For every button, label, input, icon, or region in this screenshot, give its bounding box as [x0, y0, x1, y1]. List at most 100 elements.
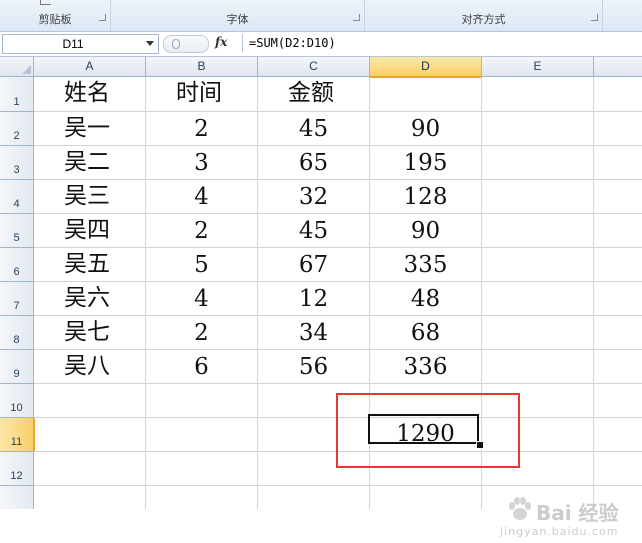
- cell-b5[interactable]: 2: [146, 220, 257, 243]
- cell-c5[interactable]: 45: [258, 220, 369, 243]
- cell-b4[interactable]: 4: [146, 186, 257, 209]
- column-header-c[interactable]: C: [258, 57, 370, 77]
- name-box-value: D11: [62, 37, 84, 51]
- cell-a7[interactable]: 吴六: [64, 287, 110, 310]
- cell-c9[interactable]: 56: [258, 356, 369, 379]
- row-header-7[interactable]: 7: [0, 282, 34, 316]
- row-number: 4: [13, 198, 20, 210]
- ribbon-group-clipboard: 剪贴板: [0, 0, 111, 31]
- cell-a1[interactable]: 姓名: [64, 82, 110, 105]
- insert-function-icon[interactable]: fx: [215, 35, 237, 51]
- row-header-5[interactable]: 5: [0, 214, 34, 248]
- formula-input[interactable]: =SUM(D2:D10): [242, 34, 640, 52]
- row-number: 9: [13, 368, 20, 380]
- gridline: [34, 315, 642, 316]
- row-number: 2: [13, 130, 20, 142]
- ribbon-group-font: 字体: [111, 0, 365, 31]
- gridline: [34, 247, 642, 248]
- name-box-dropdown-icon[interactable]: [146, 41, 154, 46]
- cell-c2[interactable]: 45: [258, 118, 369, 141]
- row-number: 6: [13, 266, 20, 278]
- gridline: [34, 349, 642, 350]
- cell-c3[interactable]: 65: [258, 152, 369, 175]
- row-header-13[interactable]: [0, 486, 34, 509]
- cell-d7[interactable]: 48: [370, 288, 481, 311]
- row-header-4[interactable]: 4: [0, 180, 34, 214]
- ribbon-group-label-alignment: 对齐方式: [461, 13, 506, 26]
- cell-b6[interactable]: 5: [146, 254, 257, 277]
- cell-d8[interactable]: 68: [370, 322, 481, 345]
- gridline: [34, 213, 642, 214]
- cell-a9[interactable]: 吴八: [64, 355, 110, 378]
- cell-a2[interactable]: 吴一: [64, 117, 110, 140]
- formula-text: =SUM(D2:D10): [249, 36, 336, 50]
- worksheet-grid[interactable]: A B C D E 1 2 3 4 5 6 7 8 9 10 11 12 姓名 …: [0, 57, 642, 538]
- cell-a5[interactable]: 吴四: [64, 219, 110, 242]
- grip-dot-icon: [172, 39, 180, 49]
- clipboard-dialog-launcher-icon[interactable]: [99, 14, 106, 21]
- cell-c6[interactable]: 67: [258, 254, 369, 277]
- name-box[interactable]: D11: [2, 34, 159, 54]
- cell-d4[interactable]: 128: [370, 186, 481, 209]
- column-header-b[interactable]: B: [146, 57, 258, 77]
- paw-logo-icon: [509, 497, 531, 520]
- watermark-text: Bai 经验: [536, 501, 619, 525]
- select-all-corner[interactable]: [0, 57, 34, 77]
- row-header-1[interactable]: 1: [0, 77, 34, 112]
- gridline: [34, 281, 642, 282]
- cell-b3[interactable]: 3: [146, 152, 257, 175]
- gridline: [34, 145, 642, 146]
- cell-b2[interactable]: 2: [146, 118, 257, 141]
- column-header-f[interactable]: [594, 57, 642, 77]
- row-header-3[interactable]: 3: [0, 146, 34, 180]
- column-header-a[interactable]: A: [34, 57, 146, 77]
- formula-bar-resize-handle[interactable]: [163, 35, 209, 53]
- row-number: 7: [13, 300, 20, 312]
- row-number: 10: [10, 402, 23, 414]
- cell-c8[interactable]: 34: [258, 322, 369, 345]
- row-number: 8: [13, 334, 20, 346]
- gridline: [34, 179, 642, 180]
- watermark: Bai 经验 jingyan.baidu.com: [500, 495, 640, 543]
- cell-a6[interactable]: 吴五: [64, 253, 110, 276]
- cell-c4[interactable]: 32: [258, 186, 369, 209]
- cell-b1[interactable]: 时间: [176, 82, 222, 105]
- row-number: 11: [10, 436, 23, 448]
- row-header-2[interactable]: 2: [0, 112, 34, 146]
- row-header-11[interactable]: 11: [0, 418, 35, 452]
- alignment-dialog-launcher-icon[interactable]: [591, 14, 598, 21]
- row-number: 3: [13, 164, 20, 176]
- row-header-8[interactable]: 8: [0, 316, 34, 350]
- cell-c7[interactable]: 12: [258, 288, 369, 311]
- cell-d2[interactable]: 90: [370, 118, 481, 141]
- cell-d6[interactable]: 335: [370, 254, 481, 277]
- row-header-6[interactable]: 6: [0, 248, 34, 282]
- row-header-9[interactable]: 9: [0, 350, 34, 384]
- ribbon-group-labels: 剪贴板 字体 对齐方式: [0, 0, 642, 32]
- cell-d5[interactable]: 90: [370, 220, 481, 243]
- cell-a8[interactable]: 吴七: [64, 321, 110, 344]
- cell-a3[interactable]: 吴二: [64, 151, 110, 174]
- row-header-10[interactable]: 10: [0, 384, 34, 418]
- row-number: 1: [13, 96, 20, 108]
- row-number: 12: [10, 470, 23, 482]
- formula-bar: D11 fx =SUM(D2:D10): [0, 32, 642, 57]
- gridline: [593, 77, 594, 509]
- cell-b9[interactable]: 6: [146, 356, 257, 379]
- ribbon-group-label-font: 字体: [226, 13, 249, 26]
- row-number: 5: [13, 232, 20, 244]
- cell-d9[interactable]: 336: [370, 356, 481, 379]
- gridline: [34, 111, 642, 112]
- gridline: [34, 383, 642, 384]
- cell-d3[interactable]: 195: [370, 152, 481, 175]
- column-header-e[interactable]: E: [482, 57, 594, 77]
- cell-b8[interactable]: 2: [146, 322, 257, 345]
- cell-a4[interactable]: 吴三: [64, 185, 110, 208]
- column-header-d[interactable]: D: [370, 57, 482, 78]
- cell-b7[interactable]: 4: [146, 288, 257, 311]
- row-header-12[interactable]: 12: [0, 452, 34, 486]
- font-dialog-launcher-icon[interactable]: [353, 14, 360, 21]
- watermark-subtext: jingyan.baidu.com: [500, 525, 619, 538]
- gridline: [34, 485, 642, 486]
- cell-c1[interactable]: 金额: [288, 82, 334, 105]
